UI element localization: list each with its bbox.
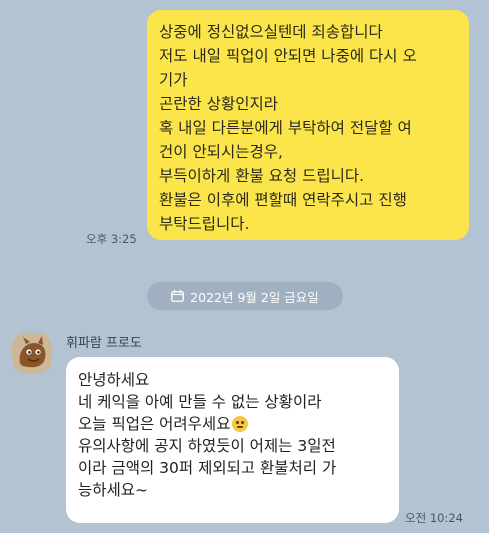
calendar-icon [171, 290, 185, 302]
message-line: 환불은 이후에 편할때 연락주시고 진행 [159, 191, 407, 209]
message-line: 저도 내일 픽업이 안되면 나중에 다시 오 [159, 47, 417, 65]
message-text: 오늘 픽업은 어려우세요 [78, 415, 231, 433]
message-line: 유의사항에 공지 하였듯이 어제는 3일전 [78, 437, 336, 455]
message-line: 부득이하게 환불 요청 드립니다. [159, 167, 365, 185]
sender-name: 휘파람 프로도 [66, 336, 142, 351]
message-line: 안녕하세요 [78, 371, 150, 389]
date-divider: 2022년 9월 2일 금요일 [147, 282, 343, 310]
outgoing-message-time: 오후 3:25 [86, 232, 137, 246]
message-line: 곤란한 상황인지라 [159, 95, 279, 113]
sad-face-emoji-icon [232, 416, 249, 432]
character-avatar-icon [12, 333, 52, 373]
message-line: 혹 내일 다른분에게 부탁하여 전달할 여 [159, 119, 412, 137]
message-line: 네 케익을 아예 만들 수 없는 상황이라 [78, 393, 322, 411]
incoming-message-time: 오전 10:24 [405, 511, 463, 525]
message-line: 이라 금액의 30퍼 제외되고 환불처리 가 [78, 459, 337, 477]
message-line: 능하세요~ [78, 481, 149, 499]
date-divider-text: 2022년 9월 2일 금요일 [190, 289, 319, 305]
sender-avatar[interactable] [12, 333, 52, 373]
message-line: 건이 안되시는경우, [159, 143, 283, 161]
outgoing-message-bubble[interactable]: 상중에 정신없으실텐데 죄송합니다 저도 내일 픽업이 안되면 나중에 다시 오… [147, 10, 469, 240]
message-line: 상중에 정신없으실텐데 죄송합니다 [159, 23, 383, 41]
incoming-message-bubble[interactable]: 안녕하세요 네 케익을 아예 만들 수 없는 상황이라 오늘 픽업은 어려우세요… [66, 357, 399, 523]
message-line-with-emoji: 오늘 픽업은 어려우세요 [78, 413, 387, 435]
message-line: 기가 [159, 71, 188, 89]
message-line: 부탁드립니다. [159, 215, 250, 233]
